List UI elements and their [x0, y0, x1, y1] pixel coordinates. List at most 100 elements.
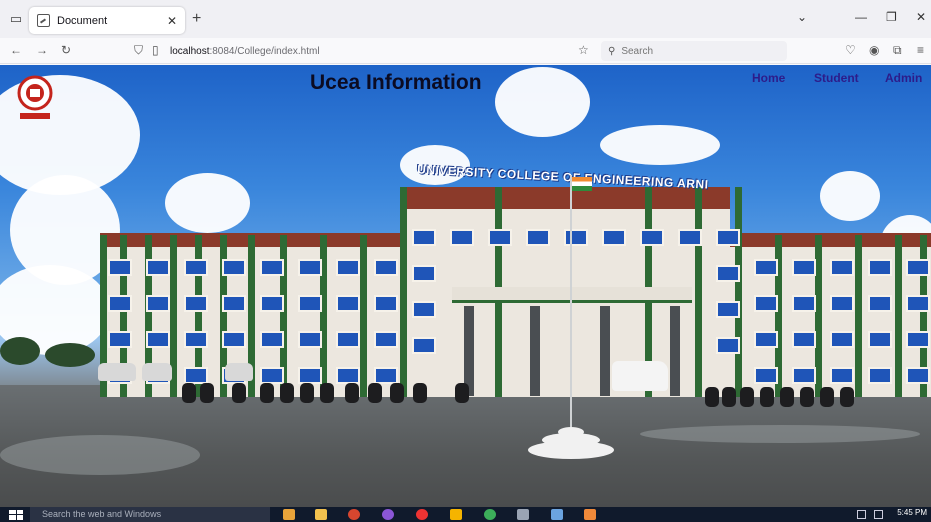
close-tab-icon[interactable]: ✕ — [167, 14, 177, 28]
taskbar-app-icon[interactable] — [517, 509, 529, 520]
building-window — [336, 295, 360, 312]
cloud — [495, 67, 590, 137]
taskbar-app-icon[interactable] — [348, 509, 360, 520]
building-window — [184, 331, 208, 348]
parked-bike — [300, 383, 314, 403]
close-window-icon[interactable]: ✕ — [916, 10, 926, 24]
taskbar-app-icon[interactable] — [315, 509, 327, 520]
extensions-icon[interactable]: ⧉ — [893, 43, 902, 58]
url-text[interactable]: localhost:8084/College/index.html — [170, 46, 320, 57]
reload-icon[interactable]: ↻ — [61, 43, 71, 57]
building-window — [792, 259, 816, 276]
menu-icon[interactable]: ≡ — [917, 43, 924, 57]
parked-bike — [760, 387, 774, 407]
portico-column — [670, 306, 680, 396]
building-window — [222, 331, 246, 348]
portico-column — [600, 306, 610, 396]
account-icon[interactable]: ◉ — [869, 43, 879, 57]
building-window — [906, 331, 930, 348]
search-input[interactable] — [621, 45, 772, 57]
building-window — [184, 367, 208, 384]
page-icon[interactable]: ▯ — [152, 43, 159, 57]
parked-car — [225, 363, 253, 381]
parked-bike — [368, 383, 382, 403]
forward-icon[interactable]: → — [36, 43, 48, 57]
windows-taskbar: Search the web and Windows 5:45 PM — [0, 507, 931, 522]
pocket-icon[interactable]: ♡ — [845, 43, 856, 57]
parked-bike — [740, 387, 754, 407]
tree — [0, 337, 40, 365]
list-all-tabs-icon[interactable]: ⌄ — [797, 10, 807, 24]
search-box[interactable]: ⚲ — [601, 41, 787, 61]
building-window — [792, 367, 816, 384]
parked-van — [612, 361, 668, 391]
building-window — [716, 337, 740, 354]
building-window — [298, 331, 322, 348]
building-window — [792, 295, 816, 312]
navigation-toolbar: ← → ↻ ⛉ ▯ localhost:8084/College/index.h… — [0, 38, 931, 64]
taskbar-clock: 5:45 PM — [897, 508, 927, 517]
page-content: UNIVERSITY COLLEGE OF ENGINEERING ARNI U… — [0, 65, 931, 507]
back-icon[interactable]: ← — [10, 43, 22, 57]
building-window — [298, 295, 322, 312]
shield-icon[interactable]: ⛉ — [134, 43, 143, 58]
bookmark-star-icon[interactable]: ☆ — [578, 43, 589, 57]
nav-admin-link[interactable]: Admin — [885, 71, 922, 85]
parked-bike — [320, 383, 334, 403]
taskbar-app-icon[interactable] — [484, 509, 496, 520]
taskbar-search[interactable]: Search the web and Windows — [30, 507, 270, 522]
tab-document[interactable]: Document ✕ — [29, 7, 185, 34]
building-window — [754, 295, 778, 312]
taskbar-app-icon[interactable] — [283, 509, 295, 520]
nav-home-link[interactable]: Home — [752, 71, 785, 85]
building-window — [830, 331, 854, 348]
taskbar-app-icon[interactable] — [551, 509, 563, 520]
tab-bar: ▭ Document ✕ + ⌄ — ❐ ✕ — [0, 0, 931, 38]
building-window — [222, 295, 246, 312]
building-pillar — [400, 187, 407, 397]
building-window — [108, 295, 132, 312]
address-bar[interactable]: ⛉ ▯ localhost:8084/College/index.html — [128, 40, 598, 62]
building-window — [184, 295, 208, 312]
college-logo — [17, 75, 53, 119]
flagpole — [570, 175, 572, 427]
windows-start-icon[interactable] — [9, 509, 23, 520]
parked-car — [98, 363, 136, 381]
tray-icon[interactable] — [874, 510, 883, 519]
document-favicon — [37, 14, 50, 27]
building-pillar — [895, 235, 902, 397]
parked-bike — [413, 383, 427, 403]
taskbar-app-icon[interactable] — [382, 509, 394, 520]
tray-icon[interactable] — [857, 510, 866, 519]
building-window — [830, 259, 854, 276]
building-window — [108, 259, 132, 276]
building-pillar — [735, 187, 742, 397]
taskbar-app-icon[interactable] — [416, 509, 428, 520]
building-window — [868, 331, 892, 348]
building-window — [716, 301, 740, 318]
road-patch — [0, 435, 200, 475]
site-title: Ucea Information — [310, 71, 482, 94]
tab-title: Document — [57, 14, 108, 27]
taskbar-app-icon[interactable] — [584, 509, 596, 520]
building-window — [716, 265, 740, 282]
building-window — [260, 331, 284, 348]
url-host: localhost — [170, 45, 210, 57]
parked-bike — [260, 383, 274, 403]
building-window — [184, 259, 208, 276]
building-window — [260, 259, 284, 276]
road-patch — [640, 425, 920, 443]
parked-bike — [280, 383, 294, 403]
building-window — [374, 331, 398, 348]
nav-student-link[interactable]: Student — [814, 71, 859, 85]
parked-bike — [840, 387, 854, 407]
restore-icon[interactable]: ❐ — [886, 10, 897, 24]
taskbar-app-icon[interactable] — [450, 509, 462, 520]
tab-list-icon[interactable]: ▭ — [2, 5, 30, 33]
new-tab-button[interactable]: + — [192, 10, 201, 28]
minimize-icon[interactable]: — — [855, 10, 867, 24]
building-window — [868, 367, 892, 384]
building-window — [792, 331, 816, 348]
building-window — [146, 259, 170, 276]
building-window — [716, 229, 740, 246]
